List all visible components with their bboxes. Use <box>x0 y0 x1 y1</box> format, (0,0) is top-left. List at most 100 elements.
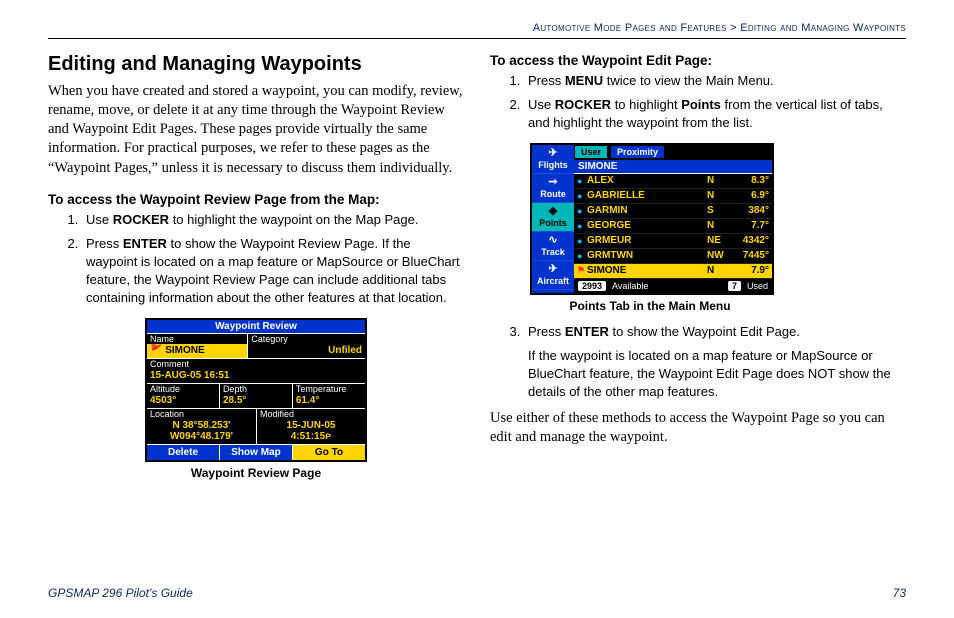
route-icon: ➞ <box>532 177 574 188</box>
row-dir: NE <box>707 235 729 246</box>
wr-cat-label: Category <box>248 334 365 344</box>
figure-points-tab: ✈Flights ➞Route ◈Points ∿Track ✈Aircraft… <box>530 143 774 295</box>
wr-alt-label: Altitude <box>147 384 219 394</box>
toptab-user[interactable]: User <box>574 145 608 159</box>
wr-depth-value: 28.5° <box>220 394 292 408</box>
header-rule <box>48 38 906 39</box>
list-item[interactable]: ●GARMINS384° <box>574 204 772 219</box>
section-heading: Editing and Managing Waypoints <box>48 53 464 76</box>
row-name: ALEX <box>587 175 707 186</box>
list-item[interactable]: ●ALEXN8.3° <box>574 174 772 189</box>
enter-kw: ENTER <box>123 236 167 251</box>
points-sidebar: ✈Flights ➞Route ◈Points ∿Track ✈Aircraft <box>532 145 574 293</box>
track-icon: ∿ <box>532 235 574 246</box>
row-dir: N <box>707 220 729 231</box>
breadcrumb: Automotive Mode Pages and Features > Edi… <box>48 22 906 34</box>
figure-waypoint-review: Waypoint Review Name 🚩 SIMONE Category U… <box>145 318 367 462</box>
procedure-heading-review: To access the Waypoint Review Page from … <box>48 192 464 207</box>
caption-review: Waypoint Review Page <box>48 466 464 480</box>
wr-temp-value: 61.4° <box>293 394 365 408</box>
rocker-kw-2: ROCKER <box>555 97 611 112</box>
edit-step-3-note: If the waypoint is located on a map feat… <box>528 347 906 402</box>
list-item[interactable]: ●GABRIELLEN6.9° <box>574 189 772 204</box>
waypoint-icon: ● <box>577 191 587 201</box>
wr-loc-value: N 38°58.253'W094°48.179' <box>147 419 256 444</box>
intro-paragraph: When you have created and stored a waypo… <box>48 82 464 178</box>
review-step-1: Use ROCKER to highlight the waypoint on … <box>82 211 464 229</box>
toptab-proximity[interactable]: Proximity <box>610 145 665 159</box>
right-column: To access the Waypoint Edit Page: Press … <box>490 49 906 490</box>
procedure-heading-edit: To access the Waypoint Edit Page: <box>490 53 906 68</box>
row-dir: N <box>707 265 729 276</box>
avail-label: Available <box>612 281 648 291</box>
row-dist: 7.7° <box>729 220 769 231</box>
edit-step-1: Press MENU twice to view the Main Menu. <box>524 72 906 90</box>
row-name: GEORGE <box>587 220 707 231</box>
used-label: Used <box>747 281 768 291</box>
sidebar-tab-points[interactable]: ◈Points <box>532 203 574 232</box>
points-icon: ◈ <box>532 206 574 217</box>
wr-comment-label: Comment <box>147 359 365 369</box>
sidebar-tab-route[interactable]: ➞Route <box>532 174 574 203</box>
row-dist: 7.9° <box>729 265 769 276</box>
row-dir: S <box>707 205 729 216</box>
row-dist: 6.9° <box>729 190 769 201</box>
footer-title: GPSMAP 296 Pilot’s Guide <box>48 586 193 600</box>
row-dist: 4342° <box>729 235 769 246</box>
wr-loc-label: Location <box>147 409 256 419</box>
list-item[interactable]: ⚑SIMONEN7.9° <box>574 264 772 279</box>
rocker-kw: ROCKER <box>113 212 169 227</box>
list-item[interactable]: ●GRMTWNNW7445° <box>574 249 772 264</box>
sidebar-tab-aircraft[interactable]: ✈Aircraft <box>532 261 574 290</box>
closing-paragraph: Use either of these methods to access th… <box>490 409 906 447</box>
page-number: 73 <box>893 586 906 600</box>
row-dist: 384° <box>729 205 769 216</box>
wr-delete-button[interactable]: Delete <box>147 445 220 460</box>
wr-name-label: Name <box>147 334 247 344</box>
list-item[interactable]: ●GEORGEN7.7° <box>574 219 772 234</box>
row-dir: NW <box>707 250 729 261</box>
points-list-header: SIMONE <box>574 160 772 174</box>
row-name: GRMEUR <box>587 235 707 246</box>
row-dir: N <box>707 190 729 201</box>
wr-depth-label: Depth <box>220 384 292 394</box>
points-status: 2993 Available 7 Used <box>574 279 772 293</box>
row-dir: N <box>707 175 729 186</box>
waypoint-icon: ● <box>577 206 587 216</box>
wr-comment-value: 15-AUG-05 16:51 <box>147 369 365 383</box>
edit-step-3: Press ENTER to show the Waypoint Edit Pa… <box>524 323 906 402</box>
breadcrumb-sep: > <box>727 22 740 34</box>
wr-goto-button[interactable]: Go To <box>293 445 365 460</box>
wr-mod-label: Modified <box>257 409 365 419</box>
caption-points: Points Tab in the Main Menu <box>530 299 770 313</box>
waypoint-icon: ● <box>577 221 587 231</box>
plane-icon: ✈ <box>532 148 574 159</box>
row-name: GRMTWN <box>587 250 707 261</box>
sidebar-tab-flights[interactable]: ✈Flights <box>532 145 574 174</box>
wr-name-value: 🚩 SIMONE <box>147 344 247 358</box>
breadcrumb-section: Automotive Mode Pages and Features <box>533 22 727 34</box>
edit-step-2: Use ROCKER to highlight Points from the … <box>524 96 906 132</box>
waypoint-icon: ● <box>577 176 587 186</box>
sidebar-tab-track[interactable]: ∿Track <box>532 232 574 261</box>
list-item[interactable]: ●GRMEURNE4342° <box>574 234 772 249</box>
left-column: Editing and Managing Waypoints When you … <box>48 49 464 490</box>
row-name: GARMIN <box>587 205 707 216</box>
row-dist: 8.3° <box>729 175 769 186</box>
row-name: SIMONE <box>587 265 707 276</box>
points-list: ●ALEXN8.3°●GABRIELLEN6.9°●GARMINS384°●GE… <box>574 174 772 279</box>
avail-count: 2993 <box>578 281 606 291</box>
review-step-2: Press ENTER to show the Waypoint Review … <box>82 235 464 308</box>
aircraft-icon: ✈ <box>532 264 574 275</box>
wr-alt-value: 4503° <box>147 394 219 408</box>
enter-kw-2: ENTER <box>565 324 609 339</box>
wr-title: Waypoint Review <box>147 320 365 334</box>
points-kw: Points <box>681 97 721 112</box>
used-count: 7 <box>728 281 741 291</box>
breadcrumb-topic: Editing and Managing Waypoints <box>740 22 906 34</box>
row-dist: 7445° <box>729 250 769 261</box>
wr-mod-value: 15-JUN-054:51:15ᴘ <box>257 419 365 444</box>
waypoint-icon: ● <box>577 251 587 261</box>
wr-showmap-button[interactable]: Show Map <box>220 445 293 460</box>
wr-temp-label: Temperature <box>293 384 365 394</box>
